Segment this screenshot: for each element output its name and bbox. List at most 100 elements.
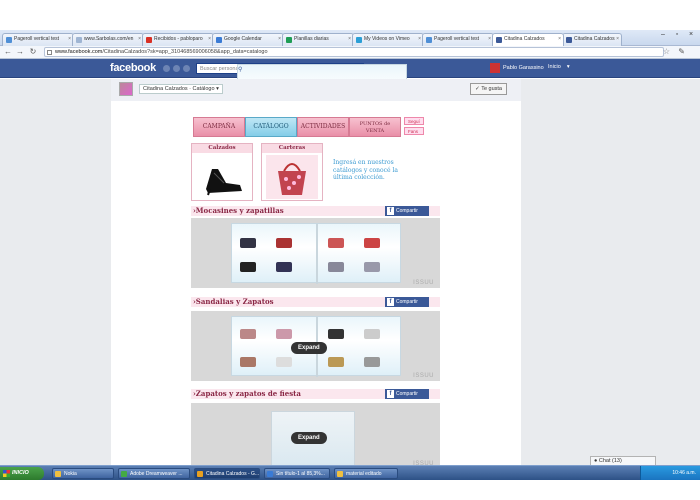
tab-label: Citadina Calzados — [574, 36, 615, 42]
back-arrow-icon[interactable]: ← — [3, 47, 13, 57]
avatar — [490, 63, 500, 73]
browser-tab[interactable]: Planillas diarias × — [282, 33, 354, 46]
nav-campana[interactable]: CAMPAÑA — [193, 117, 245, 137]
browser-tab[interactable]: Recibidos - pabloparo × — [142, 33, 214, 46]
url-field[interactable]: www.facebook.com/CitadinaCalzados?sk=app… — [44, 47, 664, 57]
follow-link[interactable]: Seguí — [404, 117, 424, 125]
product-thumbnail — [276, 262, 292, 272]
product-thumbnail — [240, 262, 256, 272]
maximize-icon[interactable]: ▫ — [670, 30, 684, 41]
product-thumbnail — [276, 329, 292, 339]
product-thumbnail — [364, 357, 380, 367]
share-button[interactable]: f Compartir — [385, 206, 429, 216]
photoshop-icon — [267, 471, 273, 477]
product-thumbnail — [364, 262, 380, 272]
messages-icon[interactable] — [173, 65, 180, 72]
browser-tab[interactable]: Pageroll vertical test × — [2, 33, 74, 46]
category-label: Calzados — [192, 144, 252, 153]
expand-button[interactable]: Expand — [291, 342, 327, 354]
jewel-icons — [163, 65, 190, 72]
shoe-image — [196, 155, 248, 199]
dreamweaver-icon — [121, 471, 127, 477]
taskbar-item[interactable]: Nokia — [52, 468, 114, 479]
screenshot: Pageroll vertical test × www.Sarbolas.com… — [0, 0, 700, 500]
user-profile-link[interactable]: Pablo Garassino — [490, 63, 544, 73]
tab-label: Planillas diarias — [294, 36, 329, 42]
browser-tab[interactable]: My Videos on Vimeo × — [352, 33, 424, 46]
forward-arrow-icon[interactable]: → — [15, 47, 25, 57]
handbag-image — [266, 155, 318, 199]
browser-tab[interactable]: Citadina Calzados × — [562, 33, 622, 46]
taskbar-item[interactable]: material editado — [334, 468, 398, 479]
issuu-viewer[interactable]: Expand ISSUU — [191, 311, 440, 381]
bookmark-star-icon[interactable]: ☆ — [663, 47, 670, 56]
tab-label: Pageroll vertical test — [434, 36, 480, 42]
tab-favicon — [216, 37, 222, 43]
browser-tab[interactable]: Pageroll vertical test × — [422, 33, 494, 46]
facebook-icon: f — [387, 390, 394, 398]
close-icon[interactable]: × — [418, 36, 421, 42]
page-spine — [316, 224, 318, 284]
close-icon[interactable]: × — [348, 36, 351, 42]
share-label: Compartir — [396, 391, 418, 397]
close-icon[interactable]: × — [138, 36, 141, 42]
tab-label: Pageroll vertical test — [14, 36, 60, 42]
page-icon — [47, 50, 52, 55]
start-button[interactable]: INICIO — [0, 467, 44, 480]
address-bar: ← → ↻ www.facebook.com/CitadinaCalzados?… — [0, 46, 700, 59]
issuu-viewer[interactable]: Expand ISSUU — [191, 403, 440, 465]
issuu-viewer[interactable]: ISSUU — [191, 218, 440, 288]
category-label: Carteras — [262, 144, 322, 153]
like-button[interactable]: ✓ Te gusta — [470, 83, 507, 95]
windows-logo-icon — [3, 470, 10, 477]
home-link[interactable]: Inicio — [548, 64, 561, 70]
close-icon[interactable]: × — [278, 36, 281, 42]
windows-taskbar: INICIO Nokia Adobe Dreamweaver ... Citad… — [0, 465, 700, 480]
folder-icon — [55, 471, 61, 477]
share-button[interactable]: f Compartir — [385, 389, 429, 399]
friend-requests-icon[interactable] — [163, 65, 170, 72]
close-icon[interactable]: × — [68, 36, 71, 42]
reload-icon[interactable]: ↻ — [28, 47, 38, 57]
product-thumbnail — [328, 329, 344, 339]
facebook-search-input[interactable]: Buscar personas, lugares y cosas ⚲ — [196, 63, 407, 124]
facebook-favicon — [496, 37, 502, 43]
taskbar-label: Citadina Calzados - G... — [206, 471, 260, 477]
close-window-icon[interactable]: × — [684, 30, 698, 41]
clock[interactable]: 10:46 a.m. — [672, 470, 696, 476]
browser-tab-active[interactable]: Citadina Calzados × — [492, 33, 564, 46]
taskbar-item-active[interactable]: Citadina Calzados - G... — [194, 468, 260, 479]
browser-tab[interactable]: Google Calendar × — [212, 33, 284, 46]
account-menu-icon[interactable]: ▾ — [567, 64, 570, 70]
wrench-icon[interactable]: ✎ — [678, 47, 685, 56]
page-thumbnail[interactable] — [119, 82, 133, 96]
nav-actividades[interactable]: ACTIVIDADES — [297, 117, 349, 137]
product-thumbnail — [328, 357, 344, 367]
nav-catalogo[interactable]: CATÁLOGO — [245, 117, 297, 137]
chat-icon: ● — [594, 458, 598, 464]
nav-puntos-de-venta[interactable]: PUNTOS de VENTA — [349, 117, 401, 137]
category-calzados[interactable]: Calzados — [191, 143, 253, 201]
taskbar-label: Nokia — [64, 471, 77, 477]
share-button[interactable]: f Compartir — [385, 297, 429, 307]
start-label: INICIO — [12, 470, 29, 476]
expand-button[interactable]: Expand — [291, 432, 327, 444]
close-icon[interactable]: × — [208, 36, 211, 42]
close-icon[interactable]: × — [488, 36, 491, 42]
taskbar-label: material editado — [346, 471, 382, 477]
close-icon[interactable]: × — [616, 36, 619, 42]
category-carteras[interactable]: Carteras — [261, 143, 323, 201]
minimize-icon[interactable]: – — [656, 30, 670, 41]
fans-link[interactable]: Fans — [404, 127, 424, 135]
notifications-icon[interactable] — [183, 65, 190, 72]
tab-label: Recibidos - pabloparo — [154, 36, 203, 42]
taskbar-item[interactable]: Sin título-1 al 85,3%... — [264, 468, 330, 479]
facebook-logo[interactable]: facebook — [110, 62, 156, 74]
browser-tab[interactable]: www.Sarbolas.com/en × — [72, 33, 144, 46]
user-name: Pablo Garassino — [503, 65, 544, 71]
url-domain: www.facebook.com — [55, 49, 103, 55]
taskbar-item[interactable]: Adobe Dreamweaver ... — [118, 468, 190, 479]
product-thumbnail — [328, 262, 344, 272]
close-icon[interactable]: × — [558, 36, 561, 42]
page-breadcrumb-dropdown[interactable]: Citadina Calzados · Catálogo ▾ — [139, 84, 223, 94]
